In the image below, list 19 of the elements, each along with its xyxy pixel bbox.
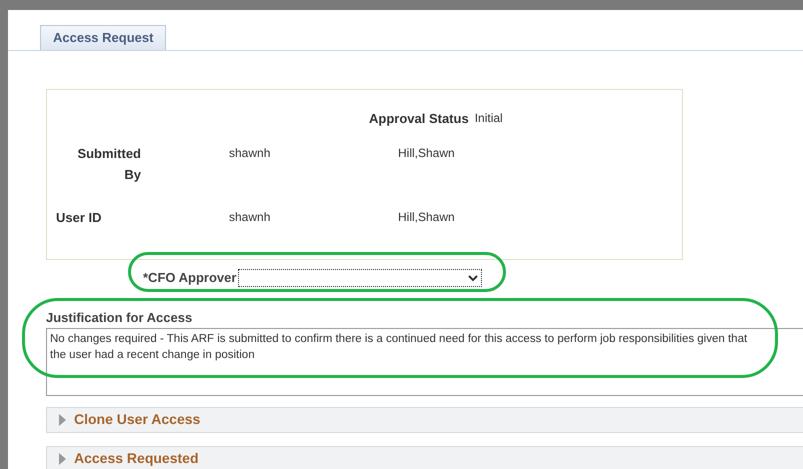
field-label: User ID: [55, 208, 103, 226]
field-value: shawnh: [229, 144, 272, 162]
triangle-right-icon: [59, 452, 66, 464]
justification-textarea[interactable]: No changes required - This ARF is submitted to confirm there is a continued need for this access to perform job responsibilities given that the user had a recent change in position: [46, 328, 803, 396]
justification-text: No changes required - This ARF is submitted to confirm there is a continued need for this access to perform job responsibilities given that the user had a recent change in position: [50, 332, 748, 362]
field-label: *CFO Approver: [143, 269, 236, 288]
field-value: Hill,Shawn: [398, 208, 455, 226]
cfo-approver-select[interactable]: [238, 269, 482, 287]
triangle-right-icon: [59, 414, 66, 426]
tab[interactable]: Access Request: [40, 25, 166, 50]
chevron-down-icon: [468, 274, 478, 282]
field-label: Approval Status: [369, 110, 469, 128]
field-value: Hill,Shawn: [398, 144, 455, 162]
field-label: Justification for Access: [46, 309, 194, 327]
field-value: Initial: [474, 110, 503, 127]
section-header[interactable]: Clone User Access: [46, 406, 803, 432]
field-label: Submitted By: [76, 144, 141, 184]
field-value: shawnh: [229, 208, 272, 226]
section-header[interactable]: Access Requested: [46, 446, 803, 469]
